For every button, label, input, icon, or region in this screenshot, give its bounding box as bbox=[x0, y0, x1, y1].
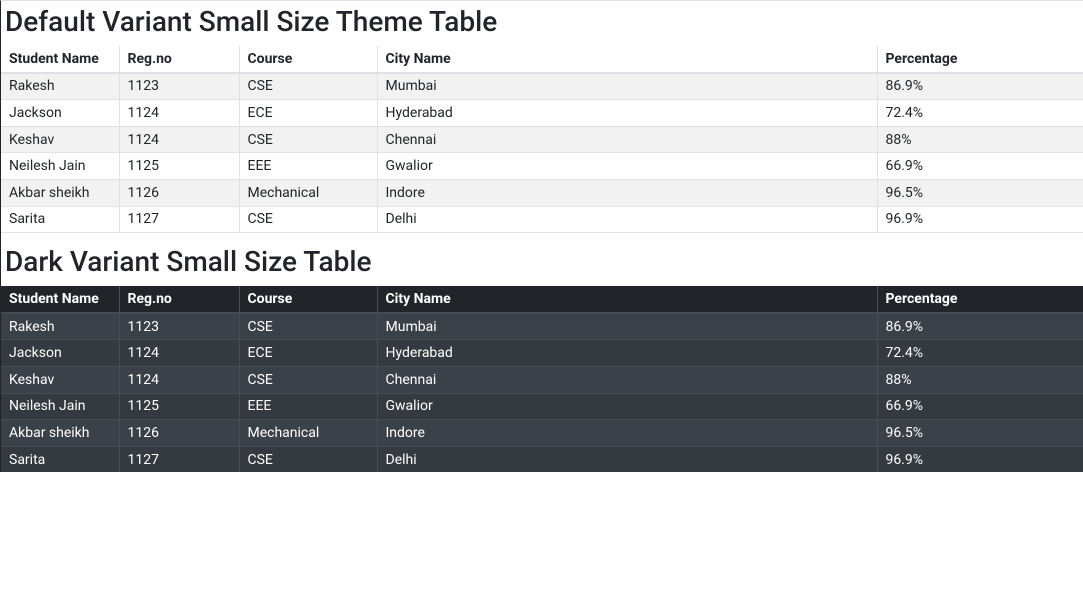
col-header-course: Course bbox=[239, 46, 377, 73]
cell-city: Gwalior bbox=[377, 393, 877, 420]
cell-reg: 1127 bbox=[119, 206, 239, 233]
cell-course: CSE bbox=[239, 366, 377, 393]
cell-course: EEE bbox=[239, 393, 377, 420]
col-header-course: Course bbox=[239, 286, 377, 313]
cell-pct: 88% bbox=[877, 366, 1083, 393]
cell-city: Indore bbox=[377, 179, 877, 206]
cell-course: CSE bbox=[239, 73, 377, 100]
cell-course: CSE bbox=[239, 206, 377, 233]
cell-reg: 1126 bbox=[119, 420, 239, 447]
table-row: Rakesh1123CSEMumbai86.9% bbox=[1, 313, 1083, 340]
cell-pct: 66.9% bbox=[877, 153, 1083, 180]
cell-course: CSE bbox=[239, 446, 377, 472]
cell-name: Keshav bbox=[1, 126, 119, 153]
cell-name: Rakesh bbox=[1, 313, 119, 340]
cell-pct: 96.9% bbox=[877, 206, 1083, 233]
col-header-student-name: Student Name bbox=[1, 286, 119, 313]
cell-city: Delhi bbox=[377, 446, 877, 472]
table-default-variant: Student Name Reg.no Course City Name Per… bbox=[1, 46, 1083, 233]
col-header-city-name: City Name bbox=[377, 46, 877, 73]
cell-city: Chennai bbox=[377, 366, 877, 393]
table-row: Sarita1127CSEDelhi96.9% bbox=[1, 446, 1083, 472]
cell-city: Delhi bbox=[377, 206, 877, 233]
cell-course: CSE bbox=[239, 313, 377, 340]
cell-pct: 66.9% bbox=[877, 393, 1083, 420]
table-body-default: Rakesh1123CSEMumbai86.9%Jackson1124ECEHy… bbox=[1, 73, 1083, 233]
cell-course: CSE bbox=[239, 126, 377, 153]
cell-reg: 1127 bbox=[119, 446, 239, 472]
cell-reg: 1124 bbox=[119, 100, 239, 127]
cell-city: Indore bbox=[377, 420, 877, 447]
table-header-row: Student Name Reg.no Course City Name Per… bbox=[1, 46, 1083, 73]
col-header-student-name: Student Name bbox=[1, 46, 119, 73]
table-row: Jackson1124ECEHyderabad72.4% bbox=[1, 100, 1083, 127]
cell-pct: 96.9% bbox=[877, 446, 1083, 472]
section-heading-default: Default Variant Small Size Theme Table bbox=[5, 5, 1083, 38]
cell-name: Jackson bbox=[1, 100, 119, 127]
cell-pct: 72.4% bbox=[877, 340, 1083, 367]
cell-pct: 86.9% bbox=[877, 313, 1083, 340]
table-row: Keshav1124CSEChennai88% bbox=[1, 366, 1083, 393]
table-row: Neilesh Jain1125EEEGwalior66.9% bbox=[1, 153, 1083, 180]
cell-reg: 1124 bbox=[119, 340, 239, 367]
cell-city: Hyderabad bbox=[377, 340, 877, 367]
col-header-reg-no: Reg.no bbox=[119, 286, 239, 313]
cell-pct: 96.5% bbox=[877, 420, 1083, 447]
table-header-row: Student Name Reg.no Course City Name Per… bbox=[1, 286, 1083, 313]
cell-name: Akbar sheikh bbox=[1, 420, 119, 447]
cell-reg: 1124 bbox=[119, 126, 239, 153]
cell-name: Keshav bbox=[1, 366, 119, 393]
cell-reg: 1125 bbox=[119, 153, 239, 180]
cell-pct: 88% bbox=[877, 126, 1083, 153]
cell-course: ECE bbox=[239, 340, 377, 367]
table-row: Jackson1124ECEHyderabad72.4% bbox=[1, 340, 1083, 367]
table-row: Akbar sheikh1126MechanicalIndore96.5% bbox=[1, 420, 1083, 447]
table-row: Rakesh1123CSEMumbai86.9% bbox=[1, 73, 1083, 100]
table-row: Akbar sheikh1126MechanicalIndore96.5% bbox=[1, 179, 1083, 206]
col-header-percentage: Percentage bbox=[877, 286, 1083, 313]
cell-name: Neilesh Jain bbox=[1, 153, 119, 180]
cell-name: Neilesh Jain bbox=[1, 393, 119, 420]
cell-name: Akbar sheikh bbox=[1, 179, 119, 206]
cell-course: Mechanical bbox=[239, 420, 377, 447]
cell-course: EEE bbox=[239, 153, 377, 180]
col-header-reg-no: Reg.no bbox=[119, 46, 239, 73]
cell-city: Hyderabad bbox=[377, 100, 877, 127]
table-row: Sarita1127CSEDelhi96.9% bbox=[1, 206, 1083, 233]
cell-reg: 1125 bbox=[119, 393, 239, 420]
section-heading-dark: Dark Variant Small Size Table bbox=[5, 245, 1083, 278]
cell-reg: 1124 bbox=[119, 366, 239, 393]
table-dark-variant: Student Name Reg.no Course City Name Per… bbox=[1, 286, 1083, 472]
cell-course: ECE bbox=[239, 100, 377, 127]
cell-pct: 72.4% bbox=[877, 100, 1083, 127]
table-body-dark: Rakesh1123CSEMumbai86.9%Jackson1124ECEHy… bbox=[1, 313, 1083, 473]
cell-name: Sarita bbox=[1, 206, 119, 233]
cell-course: Mechanical bbox=[239, 179, 377, 206]
cell-pct: 96.5% bbox=[877, 179, 1083, 206]
cell-name: Rakesh bbox=[1, 73, 119, 100]
cell-city: Mumbai bbox=[377, 73, 877, 100]
cell-reg: 1123 bbox=[119, 313, 239, 340]
cell-reg: 1126 bbox=[119, 179, 239, 206]
cell-reg: 1123 bbox=[119, 73, 239, 100]
cell-city: Chennai bbox=[377, 126, 877, 153]
cell-city: Gwalior bbox=[377, 153, 877, 180]
cell-name: Jackson bbox=[1, 340, 119, 367]
table-row: Keshav1124CSEChennai88% bbox=[1, 126, 1083, 153]
cell-pct: 86.9% bbox=[877, 73, 1083, 100]
col-header-city-name: City Name bbox=[377, 286, 877, 313]
cell-name: Sarita bbox=[1, 446, 119, 472]
col-header-percentage: Percentage bbox=[877, 46, 1083, 73]
table-row: Neilesh Jain1125EEEGwalior66.9% bbox=[1, 393, 1083, 420]
cell-city: Mumbai bbox=[377, 313, 877, 340]
